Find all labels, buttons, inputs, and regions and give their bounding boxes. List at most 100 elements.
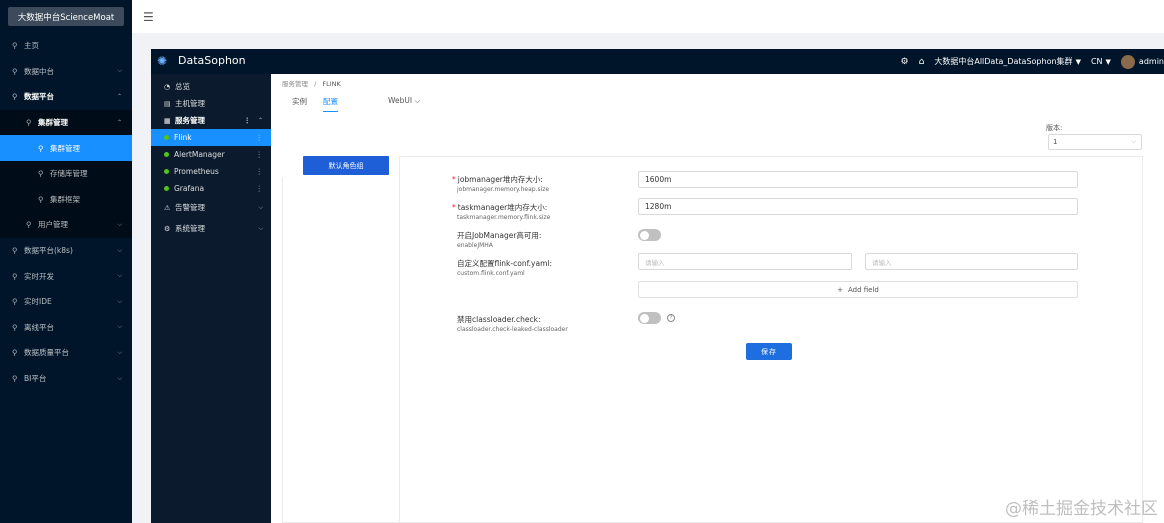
outer-menu-label: 存储库管理 <box>50 169 88 179</box>
language-selector[interactable]: CN ▼ <box>1091 57 1111 66</box>
config-form: * jobmanager堆内存大小: jobmanager.memory.heap… <box>399 156 1143 523</box>
link-icon: ⚲ <box>12 322 18 332</box>
brand-title[interactable]: 大数据中台ScienceMoat <box>8 7 124 26</box>
outer-menu-item-data-middle[interactable]: ⚲ 数据中台 ⌵ <box>0 59 132 85</box>
toggle-knob <box>639 313 649 323</box>
toggle-knob <box>639 230 649 240</box>
bell-icon[interactable]: ⌂ <box>919 57 925 67</box>
link-icon: ⚲ <box>12 66 18 76</box>
more-icon[interactable]: ⋮ <box>244 116 252 125</box>
add-field-label: Add field <box>847 285 879 294</box>
inner-menu-label: 告警管理 <box>175 203 205 212</box>
gear-icon[interactable]: ⚙ <box>901 57 909 67</box>
jm-ha-toggle[interactable] <box>638 229 661 241</box>
link-icon: ⚲ <box>12 348 18 358</box>
tm-flink-key: taskmanager.memory.flink.size <box>457 214 551 221</box>
inner-menu-flink[interactable]: Flink ⋮ <box>151 129 271 146</box>
breadcrumb-parent[interactable]: 服务管理 <box>282 80 308 88</box>
tab-config[interactable]: 配置 <box>323 96 338 112</box>
outer-menu-item-k8s[interactable]: ⚲ 数据平台(k8s) ⌵ <box>0 238 132 264</box>
plus-icon: + <box>837 285 843 294</box>
outer-menu-item-user-mgmt[interactable]: ⚲ 用户管理 ⌵ <box>0 212 132 238</box>
cluster-name: 大数据中台AllData_DataSophon集群 <box>934 57 1073 66</box>
save-button[interactable]: 保存 <box>746 343 792 360</box>
outer-menu-item-cluster-mgmt[interactable]: ⚲ 集群管理 <box>0 135 132 161</box>
outer-menu-label: BI平台 <box>24 374 47 384</box>
more-icon[interactable]: ⋮ <box>256 133 264 142</box>
inner-menu-services[interactable]: ▦ 服务管理 ⋮ ⌃ <box>151 112 271 129</box>
appstore-icon: ▦ <box>164 116 171 125</box>
menu-fold-icon[interactable]: ☰ <box>143 10 154 24</box>
outer-sidebar: 大数据中台ScienceMoat ⚲ 主页 ⚲ 数据中台 ⌵ ⚲ 数据平台 ⌃ ⚲ 集群管理… <box>0 0 132 523</box>
inner-menu-grafana[interactable]: Grafana ⋮ <box>151 180 271 197</box>
custom-conf-key-input[interactable]: 请输入 <box>638 253 852 270</box>
chevron-down-icon: ⌵ <box>258 224 263 232</box>
chevron-down-icon: ⌵ <box>117 297 122 305</box>
status-dot-icon <box>164 152 169 157</box>
outer-menu-item-storage[interactable]: ⚲ 存储库管理 <box>0 160 132 187</box>
outer-menu-item-offline[interactable]: ⚲ 离线平台 ⌵ <box>0 315 132 341</box>
more-icon[interactable]: ⋮ <box>256 184 264 193</box>
version-select[interactable]: 1 ⌵ <box>1048 134 1142 150</box>
outer-menu-label: 数据质量平台 <box>24 348 69 358</box>
caret-down-icon: ▼ <box>1105 58 1111 66</box>
server-icon: ▤ <box>164 99 171 108</box>
outer-menu-item-realtime-ide[interactable]: ⚲ 实时IDE ⌵ <box>0 289 132 315</box>
breadcrumb: 服务管理 / FLINK <box>282 78 341 88</box>
more-icon[interactable]: ⋮ <box>256 150 264 159</box>
chevron-down-icon: ⌵ <box>117 374 122 382</box>
tab-instances[interactable]: 实例 <box>292 96 307 112</box>
outer-menu: ⚲ 主页 ⚲ 数据中台 ⌵ ⚲ 数据平台 ⌃ ⚲ 集群管理 ⌃ ⚲ 集群管理 ⚲ 存储库管理 ⚲ 集… <box>0 33 132 391</box>
user-menu[interactable]: admin <box>1120 54 1164 69</box>
chevron-down-icon: ⌵ <box>117 323 122 331</box>
inner-menu-system[interactable]: ⚙ 系统管理 ⌵ <box>151 218 271 239</box>
inner-menu-label: 系统管理 <box>175 224 205 233</box>
add-field-button[interactable]: + Add field <box>638 281 1078 298</box>
outer-menu-item-home[interactable]: ⚲ 主页 <box>0 33 132 59</box>
outer-menu-item-realtime-dev[interactable]: ⚲ 实时开发 ⌵ <box>0 263 132 289</box>
classloader-toggle[interactable] <box>638 312 661 324</box>
jm-ha-label: 开启JobManager高可用: <box>457 231 542 240</box>
webui-dropdown[interactable]: WebUI ⌵ <box>388 96 420 106</box>
chevron-down-icon: ⌵ <box>117 67 122 75</box>
outer-menu-item-cluster-mgmt-group[interactable]: ⚲ 集群管理 ⌃ <box>0 109 132 136</box>
question-circle-icon[interactable]: ? <box>667 314 675 322</box>
more-icon[interactable]: ⋮ <box>256 167 264 176</box>
link-icon: ⚲ <box>12 271 18 281</box>
outer-menu-label: 主页 <box>24 41 39 51</box>
outer-menu-item-data-platform[interactable]: ⚲ 数据平台 ⌃ <box>0 84 132 110</box>
caret-down-icon: ▼ <box>1075 58 1081 66</box>
link-icon: ⚲ <box>12 246 18 256</box>
cluster-selector[interactable]: 大数据中台AllData_DataSophon集群 ▼ <box>934 56 1081 67</box>
custom-conf-value-input[interactable]: 请输入 <box>865 253 1078 270</box>
tm-flink-label-text: taskmanager堆内存大小: <box>457 203 548 212</box>
outer-menu-label: 实时IDE <box>24 297 52 307</box>
link-icon: ⚲ <box>26 220 32 230</box>
link-icon: ⚲ <box>26 118 32 128</box>
chevron-down-icon: ⌵ <box>414 96 421 105</box>
jm-heap-input[interactable]: 1600m <box>638 171 1078 188</box>
inner-menu-prometheus[interactable]: Prometheus ⋮ <box>151 163 271 180</box>
outer-menu-label: 集群管理 <box>50 143 80 153</box>
outer-menu-item-quality[interactable]: ⚲ 数据质量平台 ⌵ <box>0 340 132 366</box>
version-label: 版本: <box>1046 124 1063 132</box>
inner-menu-alerts[interactable]: ⚠ 告警管理 ⌵ <box>151 197 271 218</box>
outer-menu-item-bi[interactable]: ⚲ BI平台 ⌵ <box>0 366 132 392</box>
inner-menu-overview[interactable]: ◔ 总览 <box>151 78 271 95</box>
jm-heap-label: * jobmanager堆内存大小: <box>452 174 543 185</box>
tm-flink-label: * taskmanager堆内存大小: <box>452 202 547 213</box>
inner-menu-alertmanager[interactable]: AlertManager ⋮ <box>151 146 271 163</box>
link-icon: ⚲ <box>38 169 44 179</box>
chevron-down-icon: ⌵ <box>117 220 122 228</box>
link-icon: ⚲ <box>38 194 44 204</box>
outer-menu-label: 离线平台 <box>24 322 54 332</box>
outer-menu-item-framework[interactable]: ⚲ 集群框架 <box>0 186 132 213</box>
outer-menu-label: 集群框架 <box>50 194 80 204</box>
tm-flink-input[interactable]: 1280m <box>638 198 1078 215</box>
default-role-group-button[interactable]: 默认角色组 <box>303 156 389 175</box>
outer-menu-label: 集群管理 <box>38 118 68 128</box>
app-title: DataSophon <box>178 54 246 67</box>
alert-icon: ⚠ <box>164 203 171 212</box>
inner-menu-hosts[interactable]: ▤ 主机管理 <box>151 95 271 112</box>
webui-label: WebUI <box>388 96 413 105</box>
